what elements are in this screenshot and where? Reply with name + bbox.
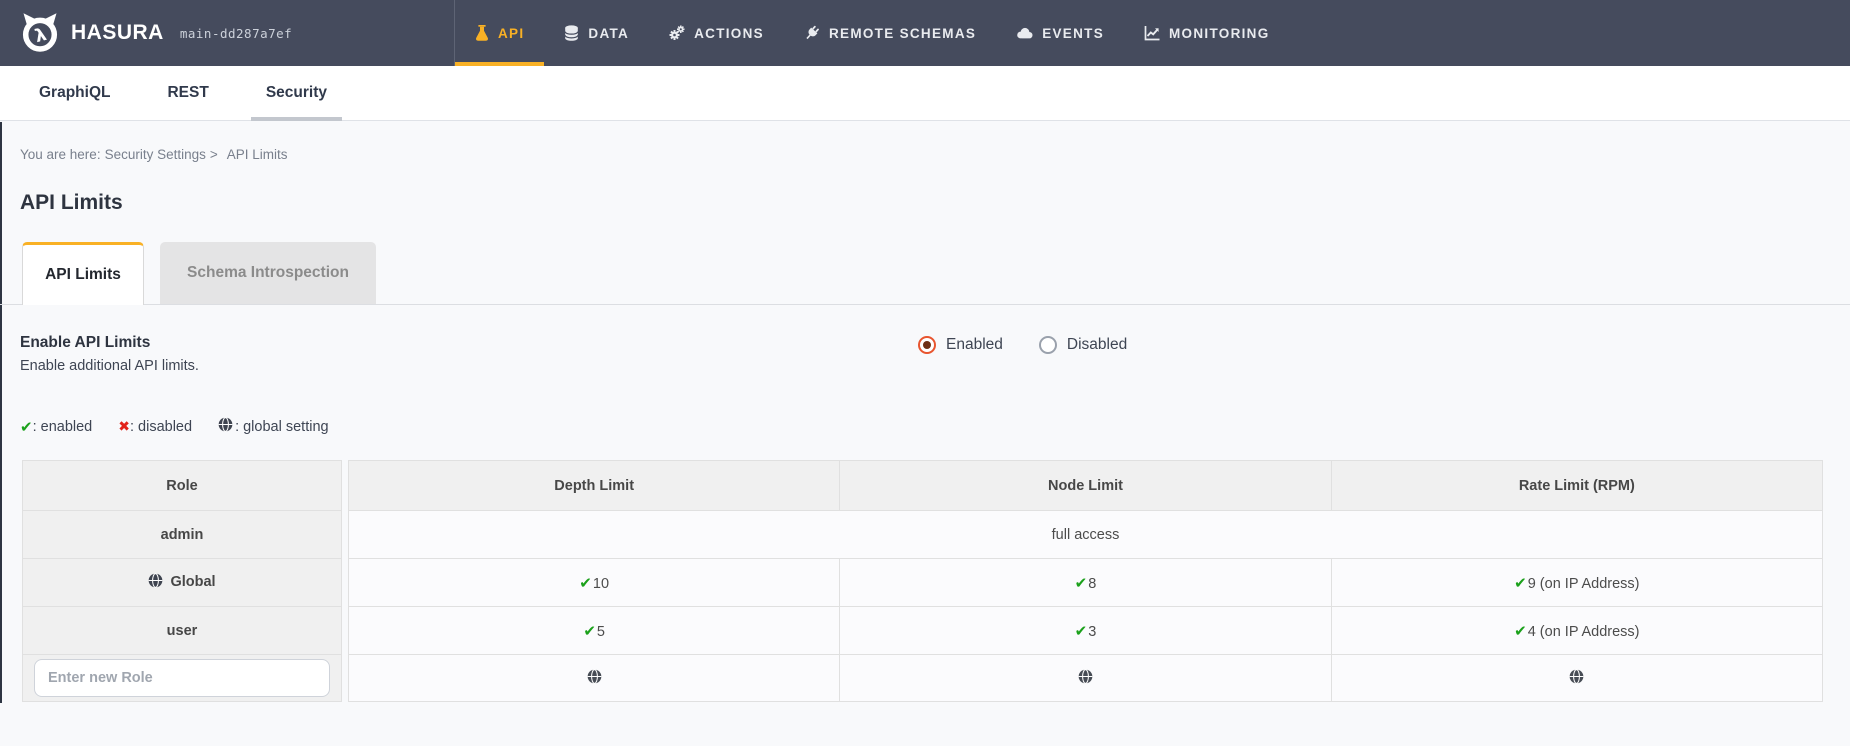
tab-schema-introspection[interactable]: Schema Introspection [160, 242, 376, 304]
new-role-cell [23, 655, 342, 702]
check-icon: ✔ [579, 574, 592, 592]
radio-enabled-dot [923, 341, 931, 349]
nav-item-events[interactable]: EVENTS [996, 0, 1124, 66]
table-row-global: ✔10 ✔8 ✔9 (on IP Address) [349, 559, 1823, 607]
depth-limit-header: Depth Limit [349, 461, 840, 511]
global-depth-cell: ✔10 [349, 559, 840, 607]
breadcrumb-separator: > [210, 147, 218, 162]
subnav-tab-rest[interactable]: REST [152, 66, 223, 120]
nav-item-label: ACTIONS [694, 26, 764, 41]
breadcrumb: You are here: Security Settings > API Limit… [20, 147, 288, 162]
rate-limit-header: Rate Limit (RPM) [1331, 461, 1822, 511]
chart-line-icon [1144, 25, 1160, 41]
navbar-menu: API DATA [455, 0, 1290, 66]
new-role-depth-cell [349, 655, 840, 702]
breadcrumb-security-settings[interactable]: Security Settings [105, 147, 206, 162]
table-row: Global [23, 559, 342, 607]
api-subnav: GraphiQL REST Security [0, 66, 1850, 121]
nav-item-label: EVENTS [1042, 26, 1104, 41]
legend-global: : global setting [218, 417, 329, 436]
user-node-cell: ✔3 [840, 607, 1331, 655]
nav-item-api[interactable]: API [455, 0, 544, 66]
server-version-label: main-dd287a7ef [180, 26, 292, 41]
global-rate-cell: ✔9 (on IP Address) [1331, 559, 1822, 607]
legend-enabled: ✔ : enabled [20, 418, 92, 436]
database-icon [564, 25, 579, 41]
nav-item-label: MONITORING [1169, 26, 1270, 41]
globe-icon [1078, 669, 1093, 688]
nav-item-actions[interactable]: ACTIONS [649, 0, 784, 66]
role-cell-user: user [23, 607, 342, 655]
nav-item-data[interactable]: DATA [544, 0, 649, 66]
nav-item-label: API [498, 26, 524, 41]
radio-disabled[interactable]: Disabled [1039, 336, 1127, 354]
table-row-new-role [349, 655, 1823, 702]
check-icon: ✔ [20, 418, 33, 436]
table-row: user [23, 607, 342, 655]
content-tab-bar: API Limits Schema Introspection [0, 243, 1850, 305]
table-header-row: Role [23, 461, 342, 511]
hasura-mascot-icon: λ [18, 12, 62, 54]
plug-icon [804, 25, 820, 41]
brand-area: λ HASURA main-dd287a7ef [0, 0, 454, 66]
new-role-rate-cell [1331, 655, 1822, 702]
breadcrumb-prefix: You are here: [20, 147, 101, 162]
radio-disabled-label: Disabled [1067, 336, 1127, 354]
user-rate-cell: ✔4 (on IP Address) [1331, 607, 1822, 655]
api-limits-table: Role admin Global user [22, 460, 1823, 702]
gears-icon [669, 25, 685, 41]
table-row [23, 655, 342, 702]
nav-item-label: REMOTE SCHEMAS [829, 26, 976, 41]
enable-api-limits-description: Enable additional API limits. [20, 358, 199, 374]
subnav-tab-graphiql[interactable]: GraphiQL [24, 66, 125, 120]
check-icon: ✔ [1075, 574, 1088, 592]
cloud-icon [1016, 25, 1033, 41]
role-cell-global: Global [23, 559, 342, 607]
role-column-table: Role admin Global user [22, 460, 342, 702]
legend: ✔ : enabled ✖ : disabled : global settin… [20, 417, 329, 436]
radio-enabled[interactable]: Enabled [918, 336, 1003, 354]
role-cell-admin: admin [23, 511, 342, 559]
enable-api-limits-heading: Enable API Limits [20, 334, 150, 352]
breadcrumb-api-limits[interactable]: API Limits [227, 147, 288, 162]
table-row-admin: full access [349, 511, 1823, 559]
limits-values-table: Depth Limit Node Limit Rate Limit (RPM) … [348, 460, 1823, 702]
svg-text:λ: λ [33, 25, 49, 47]
nav-item-label: DATA [588, 26, 629, 41]
radio-disabled-circle[interactable] [1039, 336, 1057, 354]
global-node-cell: ✔8 [840, 559, 1331, 607]
tab-api-limits[interactable]: API Limits [22, 242, 144, 305]
top-navbar: λ HASURA main-dd287a7ef API [0, 0, 1850, 66]
subnav-tab-security[interactable]: Security [251, 66, 342, 120]
node-limit-header: Node Limit [840, 461, 1331, 511]
globe-icon [148, 573, 163, 592]
x-icon: ✖ [118, 419, 130, 435]
new-role-node-cell [840, 655, 1331, 702]
globe-icon [587, 669, 602, 688]
table-row: admin [23, 511, 342, 559]
check-icon: ✔ [1075, 622, 1088, 640]
new-role-input[interactable] [34, 659, 330, 697]
brand-name: HASURA [71, 21, 164, 45]
globe-icon [1569, 669, 1584, 688]
content-left-rail [0, 122, 2, 703]
nav-item-remote-schemas[interactable]: REMOTE SCHEMAS [784, 0, 996, 66]
hasura-logo[interactable]: λ [18, 12, 62, 54]
admin-full-access-cell: full access [349, 511, 1823, 559]
role-header: Role [23, 461, 342, 511]
radio-enabled-label: Enabled [946, 336, 1003, 354]
table-header-row: Depth Limit Node Limit Rate Limit (RPM) [349, 461, 1823, 511]
globe-icon [218, 417, 233, 436]
check-icon: ✔ [583, 622, 596, 640]
check-icon: ✔ [1514, 574, 1527, 592]
radio-enabled-circle[interactable] [918, 336, 936, 354]
user-depth-cell: ✔5 [349, 607, 840, 655]
nav-item-monitoring[interactable]: MONITORING [1124, 0, 1290, 66]
enable-radio-group: Enabled Disabled [918, 336, 1127, 354]
check-icon: ✔ [1514, 622, 1527, 640]
legend-disabled: ✖ : disabled [118, 419, 192, 435]
page-title: API Limits [20, 191, 123, 215]
table-row-user: ✔5 ✔3 ✔4 (on IP Address) [349, 607, 1823, 655]
flask-icon [475, 25, 489, 41]
